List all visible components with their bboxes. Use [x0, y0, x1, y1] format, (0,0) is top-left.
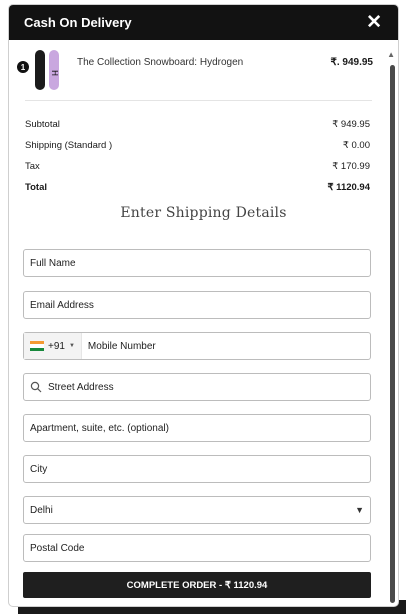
state-select[interactable]: Delhi ▼ [23, 496, 371, 524]
mobile-field[interactable]: +91 ▼ Mobile Number [23, 332, 371, 360]
subtotal-label: Subtotal [25, 119, 60, 130]
complete-order-button[interactable]: COMPLETE ORDER - ₹ 1120.94 [23, 572, 371, 598]
shipping-section-title: Enter Shipping Details [120, 205, 287, 221]
tax-label: Tax [25, 161, 40, 172]
postal-placeholder: Postal Code [30, 542, 85, 554]
cod-modal: Cash On Delivery ✕ ▲ 1 H The Collection … [8, 4, 399, 607]
modal-title: Cash On Delivery [24, 15, 132, 30]
total-value: ₹ 1120.94 [327, 182, 371, 193]
full-name-placeholder: Full Name [30, 257, 76, 269]
total-row: Total ₹ 1120.94 [25, 182, 370, 203]
city-field[interactable]: City [23, 455, 371, 483]
close-icon[interactable]: ✕ [366, 13, 382, 32]
country-code-selector[interactable]: +91 ▼ [24, 333, 82, 359]
street-field[interactable]: Street Address [23, 373, 371, 401]
product-price: ₹. 949.95 [330, 57, 373, 68]
tax-value: ₹ 170.99 [332, 161, 370, 172]
product-name[interactable]: The Collection Snowboard: Hydrogen [77, 57, 243, 68]
tax-row: Tax ₹ 170.99 [25, 161, 370, 182]
chevron-down-icon: ▼ [355, 505, 364, 515]
shipping-value: ₹ 0.00 [342, 140, 370, 151]
mobile-placeholder: Mobile Number [87, 340, 156, 352]
search-icon [30, 381, 42, 393]
shipping-label: Shipping (Standard ) [25, 140, 113, 151]
city-placeholder: City [30, 463, 48, 475]
street-placeholder: Street Address [48, 381, 114, 393]
order-summary: Subtotal ₹ 949.95 Shipping (Standard ) ₹… [25, 119, 370, 203]
india-flag-icon [30, 341, 44, 351]
scrollbar[interactable] [390, 65, 396, 605]
postal-code-field[interactable]: Postal Code [23, 534, 371, 562]
divider [25, 100, 372, 101]
modal-header: Cash On Delivery ✕ [9, 5, 398, 40]
shipping-row: Shipping (Standard ) ₹ 0.00 [25, 140, 370, 161]
total-label: Total [25, 182, 47, 193]
subtotal-value: ₹ 949.95 [332, 119, 370, 130]
cart-item: 1 H The Collection Snowboard: Hydrogen ₹… [17, 49, 373, 93]
chevron-down-icon: ▼ [68, 343, 75, 349]
email-field[interactable]: Email Address [23, 291, 371, 319]
full-name-field[interactable]: Full Name [23, 249, 371, 277]
scroll-up-icon[interactable]: ▲ [387, 50, 395, 59]
svg-text:H: H [50, 70, 59, 76]
apartment-placeholder: Apartment, suite, etc. (optional) [30, 422, 169, 434]
product-thumbnail: H [35, 50, 59, 90]
dial-code: +91 [48, 340, 65, 352]
subtotal-row: Subtotal ₹ 949.95 [25, 119, 370, 140]
scrollbar-thumb[interactable] [390, 65, 395, 603]
apartment-field[interactable]: Apartment, suite, etc. (optional) [23, 414, 371, 442]
quantity-badge: 1 [17, 61, 29, 73]
email-placeholder: Email Address [30, 299, 94, 311]
state-selected-value: Delhi [30, 504, 53, 516]
